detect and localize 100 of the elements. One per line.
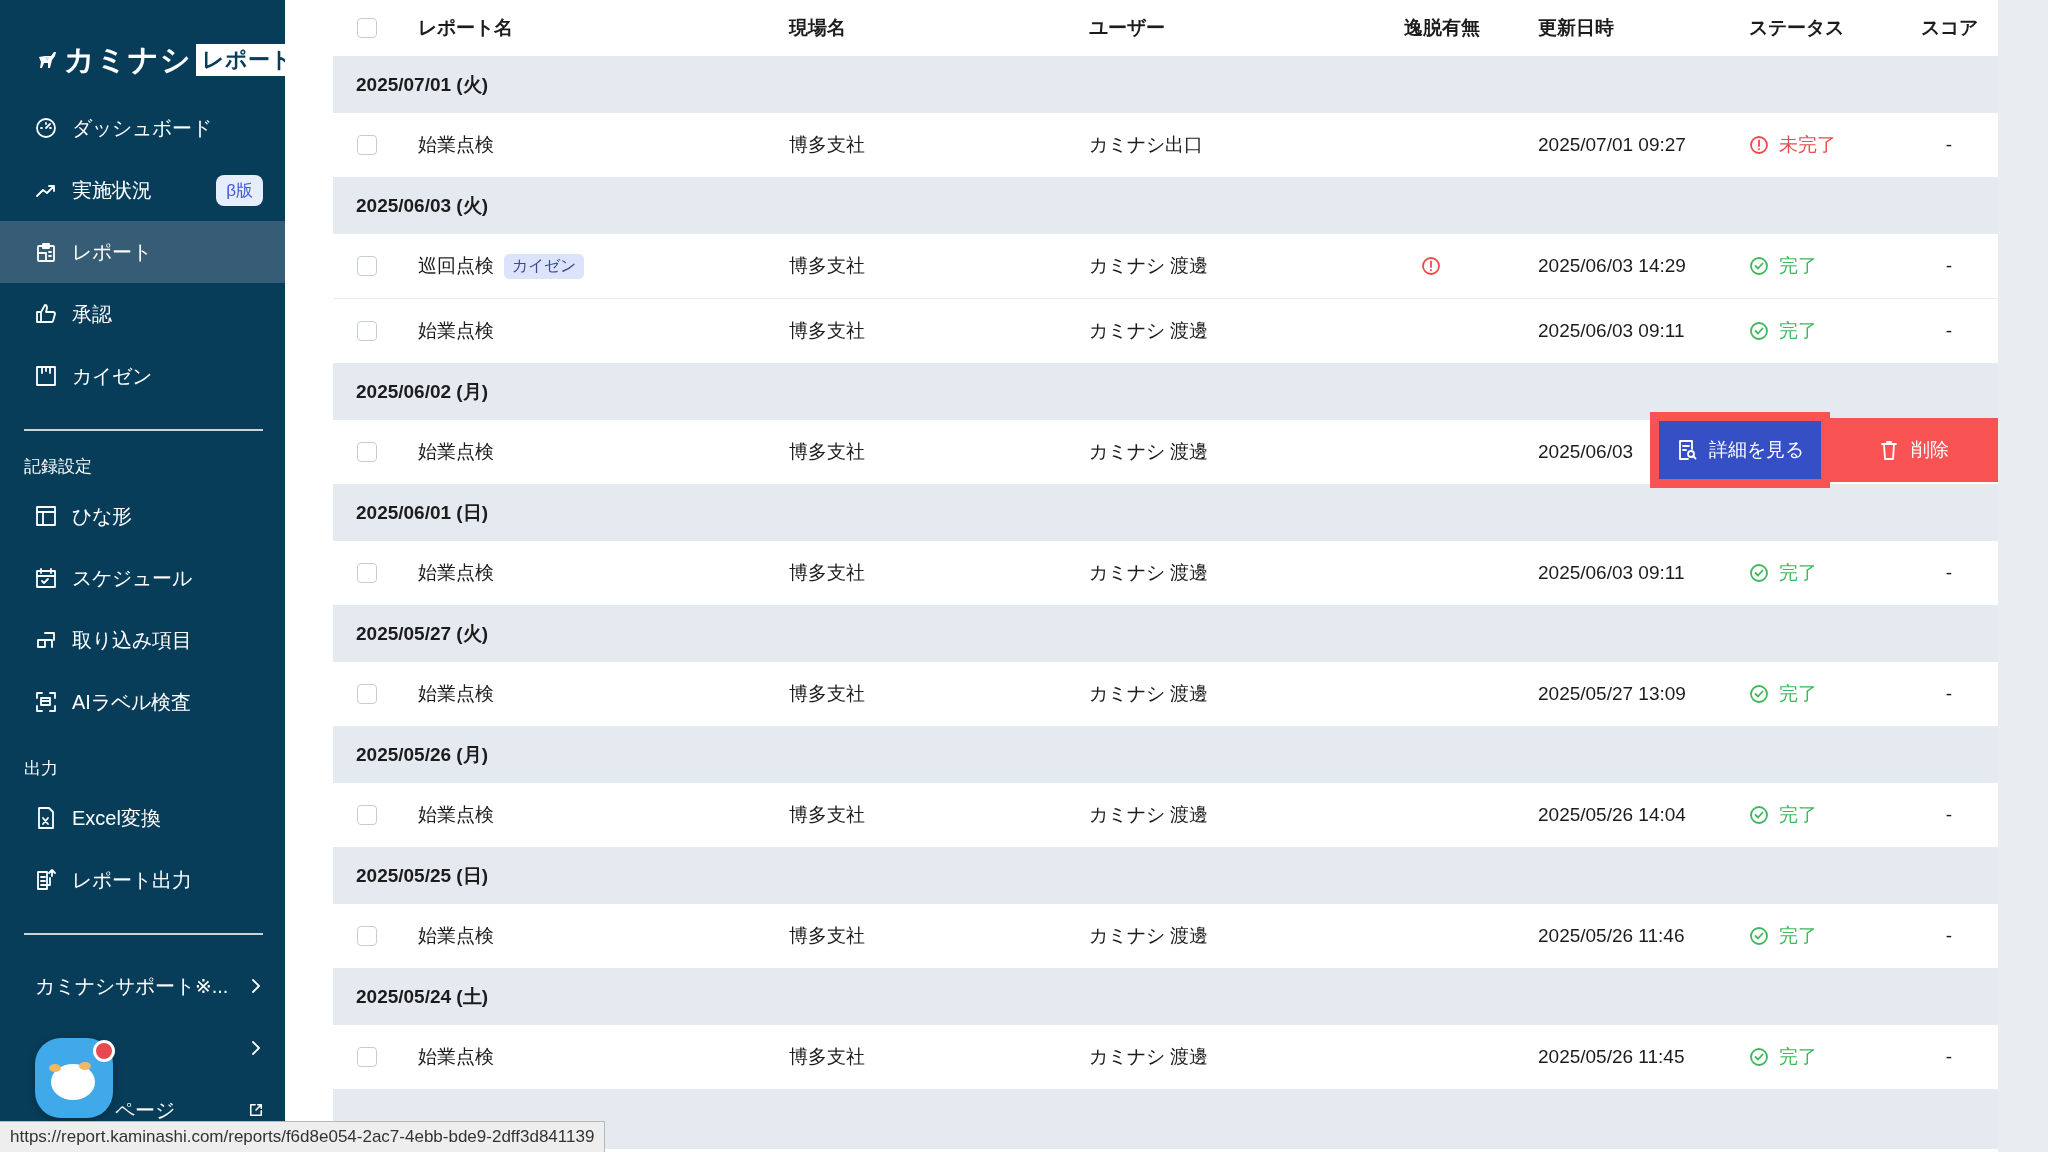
table-cell-text: 始業点検 xyxy=(418,803,494,827)
table-cell: - xyxy=(1945,320,1953,342)
table-cell-text: カミナシ 渡邊 xyxy=(1089,924,1210,948)
nav-item[interactable]: カイゼン xyxy=(0,345,285,407)
status-label: 完了 xyxy=(1779,561,1817,585)
group-date: 2025/06/03 (火) xyxy=(356,193,489,218)
logo-text: カミナシ xyxy=(64,41,192,78)
table-cell-text: 始業点検 xyxy=(418,440,494,464)
table-cell-text: カミナシ 渡邊 xyxy=(1089,319,1210,343)
table-cell: 2025/07/01 09:27 xyxy=(1538,134,1686,156)
table-cell-text: カミナシ出口 xyxy=(1089,133,1204,157)
table-cell-text: 博多支社 xyxy=(789,133,866,157)
table-cell: 2025/06/03 09:11 xyxy=(1538,562,1685,584)
group-date: 2025/06/02 (月) xyxy=(356,379,489,404)
row-checkbox[interactable] xyxy=(357,563,377,583)
row-checkbox[interactable] xyxy=(357,256,377,276)
table-cell: 2025/05/26 11:45 xyxy=(1538,1046,1685,1068)
table-cell-text: 博多支社 xyxy=(789,319,866,343)
column-header[interactable]: ステータス xyxy=(1745,15,1900,41)
group-date: 2025/06/01 (日) xyxy=(356,500,489,525)
row-checkbox[interactable] xyxy=(357,684,377,704)
group-date: 2025/07/01 (火) xyxy=(356,72,489,97)
table-cell: - xyxy=(1945,134,1953,156)
column-header[interactable]: 更新日時 xyxy=(1538,15,1614,41)
table-cell: 2025/05/26 14:04 xyxy=(1538,804,1686,826)
chevron-right-icon xyxy=(249,1038,263,1058)
table-cell: 2025/05/26 11:46 xyxy=(1538,925,1685,947)
table-cell-text: カミナシ 渡邊 xyxy=(1089,561,1210,585)
layout-icon xyxy=(34,504,58,528)
status-label: 完了 xyxy=(1779,254,1817,278)
table-cell-text: カミナシ 渡邊 xyxy=(1089,440,1210,464)
nav-item[interactable]: Excel変換 xyxy=(0,787,285,849)
row-checkbox[interactable] xyxy=(357,1047,377,1067)
table-cell-text: 始業点検 xyxy=(418,1045,494,1069)
table-cell: - xyxy=(1945,804,1953,826)
trash-icon xyxy=(1879,439,1899,461)
table-cell: - xyxy=(1945,562,1953,584)
table-cell: - xyxy=(1945,255,1953,277)
status-label: 完了 xyxy=(1779,319,1817,343)
thumbs-up-icon xyxy=(34,302,58,326)
row-checkbox[interactable] xyxy=(357,321,377,341)
column-header[interactable]: 逸脱有無 xyxy=(1404,15,1480,41)
clipboard-icon xyxy=(34,240,58,264)
select-all-checkbox[interactable] xyxy=(357,18,377,38)
tag-badge: カイゼン xyxy=(504,253,584,279)
section-heading: 記録設定 xyxy=(23,456,93,478)
row-checkbox[interactable] xyxy=(357,135,377,155)
table-cell-text: 巡回点検 xyxy=(418,254,494,278)
scan-icon xyxy=(34,690,58,714)
table-cell: 2025/06/03 14:29 xyxy=(1538,255,1686,277)
row-checkbox[interactable] xyxy=(357,442,377,462)
nav-item[interactable]: ひな形 xyxy=(0,485,285,547)
table-cell-text: カミナシ 渡邊 xyxy=(1089,1045,1210,1069)
nav-item[interactable]: レポート xyxy=(0,221,285,283)
nav-item[interactable]: ダッシュボード xyxy=(0,97,285,159)
nav-item[interactable]: カミナシサポート※... xyxy=(0,955,285,1017)
file-upload-icon xyxy=(34,868,58,892)
status-label: 未完了 xyxy=(1779,133,1836,157)
group-date: 2025/05/27 (火) xyxy=(356,621,489,646)
row-checkbox[interactable] xyxy=(357,926,377,946)
row-checkbox[interactable] xyxy=(357,805,377,825)
group-date: 2025/05/25 (日) xyxy=(356,863,489,888)
nav-item[interactable]: スケジュール xyxy=(0,547,285,609)
status-label: 完了 xyxy=(1779,803,1817,827)
chevron-right-icon xyxy=(249,976,263,996)
table-cell-text: カミナシ 渡邊 xyxy=(1089,803,1210,827)
link-url-tooltip: https://report.kaminashi.com/reports/f6d8e054-2ac7-4ebb-bde9-2dff3d841139 xyxy=(0,1121,606,1152)
table-cell-text: 始業点検 xyxy=(418,924,494,948)
nav-item[interactable]: レポート出力 xyxy=(0,849,285,911)
nav-item[interactable]: 承認 xyxy=(0,283,285,345)
table-cell: - xyxy=(1945,1046,1953,1068)
table-cell-text: 博多支社 xyxy=(789,682,866,706)
table-cell: - xyxy=(1945,683,1953,705)
column-header[interactable]: ユーザー xyxy=(1089,15,1399,41)
table-cell-text: カミナシ 渡邊 xyxy=(1089,682,1210,706)
group-date: 2025/05/24 (土) xyxy=(356,984,489,1009)
table-cell-text: 博多支社 xyxy=(789,254,866,278)
group-date: 2025/05/26 (月) xyxy=(356,742,489,767)
calendar-icon xyxy=(34,566,58,590)
table-cell-text: 博多支社 xyxy=(789,1045,866,1069)
beta-badge: β版 xyxy=(216,174,263,206)
status-label: 完了 xyxy=(1779,924,1817,948)
table-cell-text: 博多支社 xyxy=(789,803,866,827)
table-cell: - xyxy=(1945,925,1953,947)
column-header[interactable]: レポート名 xyxy=(418,15,789,41)
table-cell-text: カミナシ 渡邊 xyxy=(1089,254,1210,278)
column-header[interactable]: 現場名 xyxy=(789,15,1089,41)
nav-item[interactable]: 取り込み項目 xyxy=(0,609,285,671)
table-cell: 2025/06/03 09:11 xyxy=(1538,320,1685,342)
table-cell: 2025/06/03 xyxy=(1538,441,1634,463)
table-cell: 2025/05/27 13:09 xyxy=(1538,683,1686,705)
nav-item[interactable]: AIラベル検査 xyxy=(0,671,285,733)
table-cell-text: 始業点検 xyxy=(418,682,494,706)
nav-item[interactable]: 実施状況 β版 xyxy=(0,159,285,221)
table-cell-text: 博多支社 xyxy=(789,440,866,464)
status-label: 完了 xyxy=(1779,1045,1817,1069)
document-search-icon xyxy=(1676,439,1697,461)
table-cell-text: 博多支社 xyxy=(789,561,866,585)
column-header[interactable]: スコア xyxy=(1920,15,1978,41)
gauge-icon xyxy=(34,116,58,140)
